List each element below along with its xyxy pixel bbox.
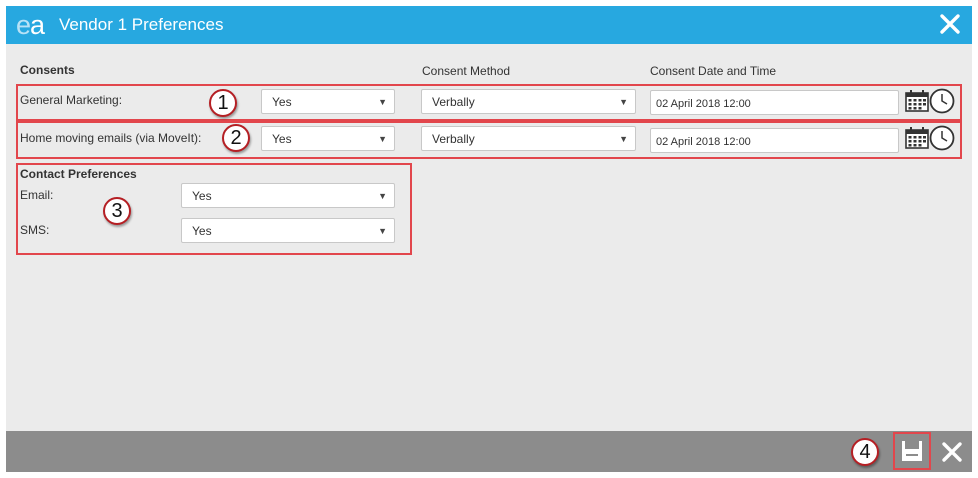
close-icon[interactable] bbox=[940, 440, 964, 464]
preferences-dialog: ea Vendor 1 Preferences Consents Consent… bbox=[6, 6, 972, 472]
app-logo: ea bbox=[16, 10, 45, 40]
general-marketing-consent-value: Yes bbox=[272, 95, 292, 109]
home-moving-method-value: Verbally bbox=[432, 132, 475, 146]
home-moving-emails-label: Home moving emails (via MoveIt): bbox=[20, 131, 202, 145]
save-button[interactable] bbox=[895, 434, 929, 468]
dialog-title: Vendor 1 Preferences bbox=[59, 15, 224, 34]
chevron-down-icon: ▼ bbox=[619, 97, 628, 107]
calendar-icon[interactable] bbox=[905, 127, 929, 149]
annotation-badge-1: 1 bbox=[209, 89, 237, 117]
clock-icon[interactable] bbox=[929, 125, 955, 151]
chevron-down-icon: ▼ bbox=[378, 191, 387, 201]
email-pref-value: Yes bbox=[192, 189, 212, 203]
home-moving-consent-select[interactable]: Yes ▼ bbox=[261, 126, 395, 151]
home-moving-datetime-input[interactable]: 02 April 2018 12:00 bbox=[650, 128, 899, 153]
general-marketing-consent-select[interactable]: Yes ▼ bbox=[261, 89, 395, 114]
consent-datetime-header: Consent Date and Time bbox=[650, 64, 777, 78]
email-pref-select[interactable]: Yes ▼ bbox=[181, 183, 395, 208]
calendar-icon[interactable] bbox=[905, 90, 929, 112]
sms-pref-label: SMS: bbox=[20, 223, 50, 237]
title-bar: ea Vendor 1 Preferences bbox=[6, 6, 972, 44]
annotation-badge-3: 3 bbox=[103, 197, 131, 225]
sms-pref-select[interactable]: Yes ▼ bbox=[181, 218, 395, 243]
clock-icon[interactable] bbox=[929, 88, 955, 114]
close-icon[interactable] bbox=[938, 12, 962, 36]
consents-heading: Consents bbox=[20, 63, 75, 77]
chevron-down-icon: ▼ bbox=[378, 97, 387, 107]
chevron-down-icon: ▼ bbox=[378, 134, 387, 144]
footer-bar bbox=[6, 431, 972, 472]
annotation-badge-2: 2 bbox=[222, 124, 250, 152]
general-marketing-method-value: Verbally bbox=[432, 95, 475, 109]
home-moving-datetime-value: 02 April 2018 12:00 bbox=[656, 136, 751, 148]
general-marketing-datetime-value: 02 April 2018 12:00 bbox=[656, 98, 751, 110]
consent-method-header: Consent Method bbox=[422, 64, 511, 78]
email-pref-label: Email: bbox=[20, 188, 54, 202]
general-marketing-method-select[interactable]: Verbally ▼ bbox=[421, 89, 636, 114]
general-marketing-label: General Marketing: bbox=[20, 93, 123, 107]
contact-preferences-heading: Contact Preferences bbox=[20, 167, 137, 181]
save-icon bbox=[902, 441, 922, 461]
annotation-badge-4: 4 bbox=[851, 438, 879, 466]
home-moving-consent-value: Yes bbox=[272, 132, 292, 146]
home-moving-method-select[interactable]: Verbally ▼ bbox=[421, 126, 636, 151]
chevron-down-icon: ▼ bbox=[619, 134, 628, 144]
sms-pref-value: Yes bbox=[192, 224, 212, 238]
general-marketing-datetime-input[interactable]: 02 April 2018 12:00 bbox=[650, 90, 899, 115]
chevron-down-icon: ▼ bbox=[378, 226, 387, 236]
